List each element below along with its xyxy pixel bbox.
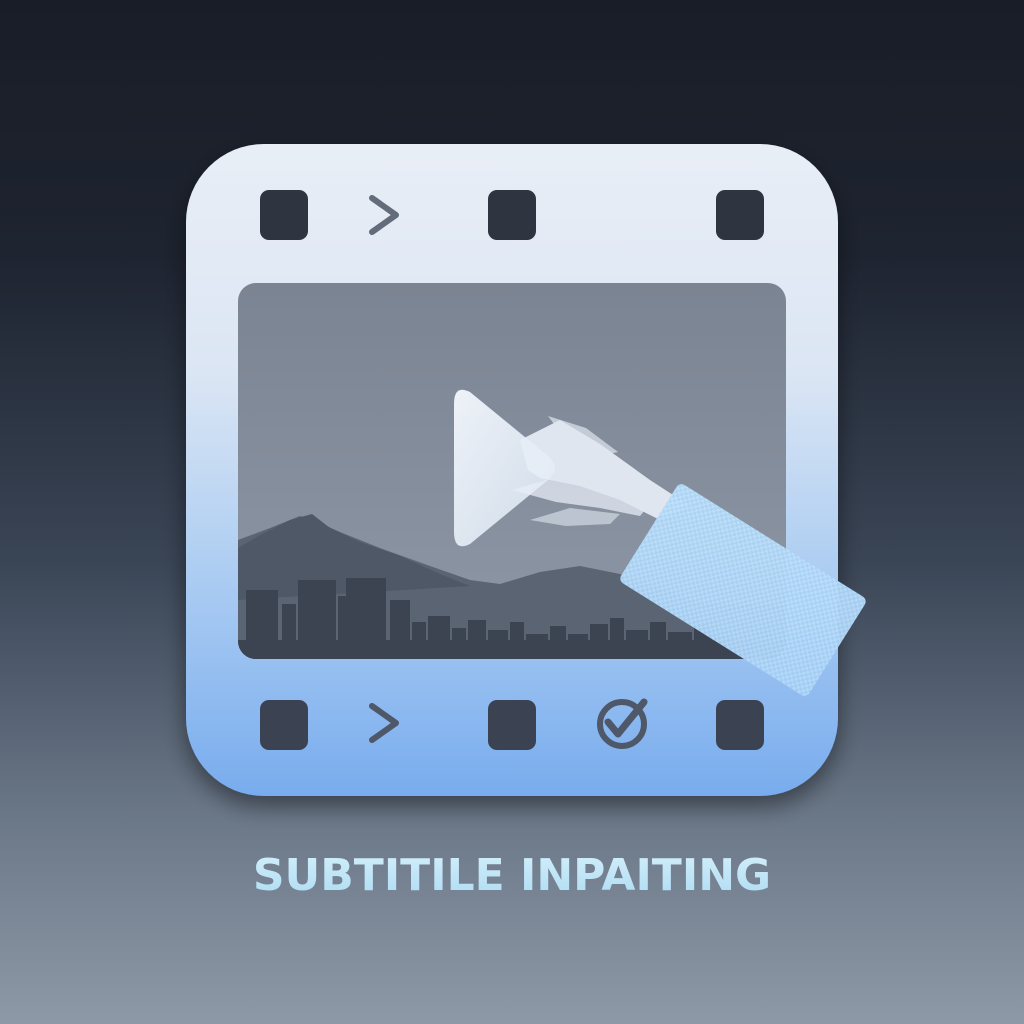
sprocket-hole (716, 190, 764, 240)
app-title: SUBTITILE INPAITING (0, 846, 1024, 906)
sprocket-hole (260, 190, 308, 240)
sprocket-hole (488, 700, 536, 750)
sprocket-hole (488, 190, 536, 240)
sprocket-hole (260, 700, 308, 750)
sprocket-hole (716, 700, 764, 750)
